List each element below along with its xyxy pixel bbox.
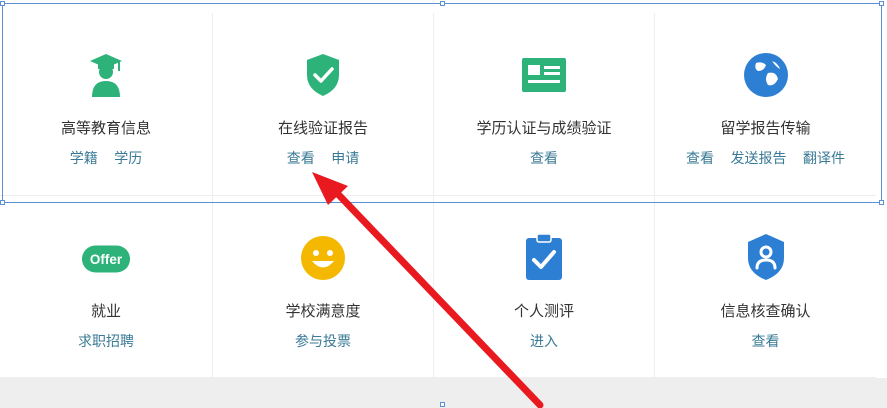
- service-card-assessment: 个人测评 进入: [434, 196, 655, 378]
- service-title: 留学报告传输: [720, 119, 811, 137]
- link-vote[interactable]: 参与投票: [295, 334, 351, 350]
- service-title: 学历认证与成绩验证: [476, 119, 612, 137]
- service-card-verification: 信息核查确认 查看: [655, 196, 876, 378]
- user-shield-icon: [741, 232, 791, 282]
- shield-check-icon: [298, 50, 348, 100]
- service-links: 进入: [434, 331, 654, 351]
- link-view-abroad[interactable]: 查看: [686, 151, 714, 167]
- offer-badge-text: Offer: [90, 252, 123, 267]
- service-links: 学籍 学历: [0, 148, 212, 168]
- smiley-icon: [298, 233, 348, 283]
- service-grid: 高等教育信息 学籍 学历 在线验证报告 查看 申请 学历认证与成绩验证 查看 留…: [0, 13, 876, 378]
- screenshot-stage: 高等教育信息 学籍 学历 在线验证报告 查看 申请 学历认证与成绩验证 查看 留…: [0, 0, 887, 408]
- service-card-online-report: 在线验证报告 查看 申请: [213, 13, 434, 196]
- service-card-higher-education: 高等教育信息 学籍 学历: [0, 13, 213, 196]
- link-translation[interactable]: 翻译件: [803, 151, 845, 167]
- service-title: 就业: [90, 302, 121, 320]
- service-links: 求职招聘: [0, 331, 212, 351]
- link-degree[interactable]: 学历: [114, 151, 142, 167]
- selection-handle[interactable]: [0, 200, 5, 205]
- service-title: 个人测评: [513, 302, 574, 320]
- offer-badge-icon: Offer: [81, 234, 131, 284]
- link-view-verification[interactable]: 查看: [752, 334, 780, 350]
- selection-handle[interactable]: [879, 1, 884, 6]
- service-links: 查看: [434, 148, 654, 168]
- selection-handle[interactable]: [440, 402, 445, 407]
- service-title: 信息核查确认: [720, 302, 811, 320]
- service-links: 查看 申请: [213, 148, 433, 168]
- service-title: 学校满意度: [285, 302, 361, 320]
- service-links: 查看 发送报告 翻译件: [655, 148, 876, 168]
- link-apply-report[interactable]: 申请: [331, 151, 359, 167]
- selection-handle[interactable]: [0, 1, 5, 6]
- service-card-satisfaction: 学校满意度 参与投票: [213, 196, 434, 378]
- link-enter-assessment[interactable]: 进入: [530, 334, 558, 350]
- link-view-certification[interactable]: 查看: [530, 151, 558, 167]
- link-job-search[interactable]: 求职招聘: [78, 334, 134, 350]
- graduate-icon: [81, 50, 131, 100]
- service-links: 查看: [655, 331, 876, 351]
- id-card-icon: [519, 50, 569, 100]
- link-view-report[interactable]: 查看: [287, 151, 315, 167]
- link-send-report[interactable]: 发送报告: [731, 151, 787, 167]
- service-card-study-abroad: 留学报告传输 查看 发送报告 翻译件: [655, 13, 876, 196]
- link-student-status[interactable]: 学籍: [70, 151, 98, 167]
- globe-icon: [741, 50, 791, 100]
- selection-handle[interactable]: [879, 200, 884, 205]
- service-links: 参与投票: [213, 331, 433, 351]
- service-card-employment: Offer 就业 求职招聘: [0, 196, 213, 378]
- service-title: 在线验证报告: [277, 119, 368, 137]
- service-card-certification: 学历认证与成绩验证 查看: [434, 13, 655, 196]
- selection-handle[interactable]: [440, 1, 445, 6]
- clipboard-check-icon: [519, 232, 569, 282]
- service-title: 高等教育信息: [60, 119, 151, 137]
